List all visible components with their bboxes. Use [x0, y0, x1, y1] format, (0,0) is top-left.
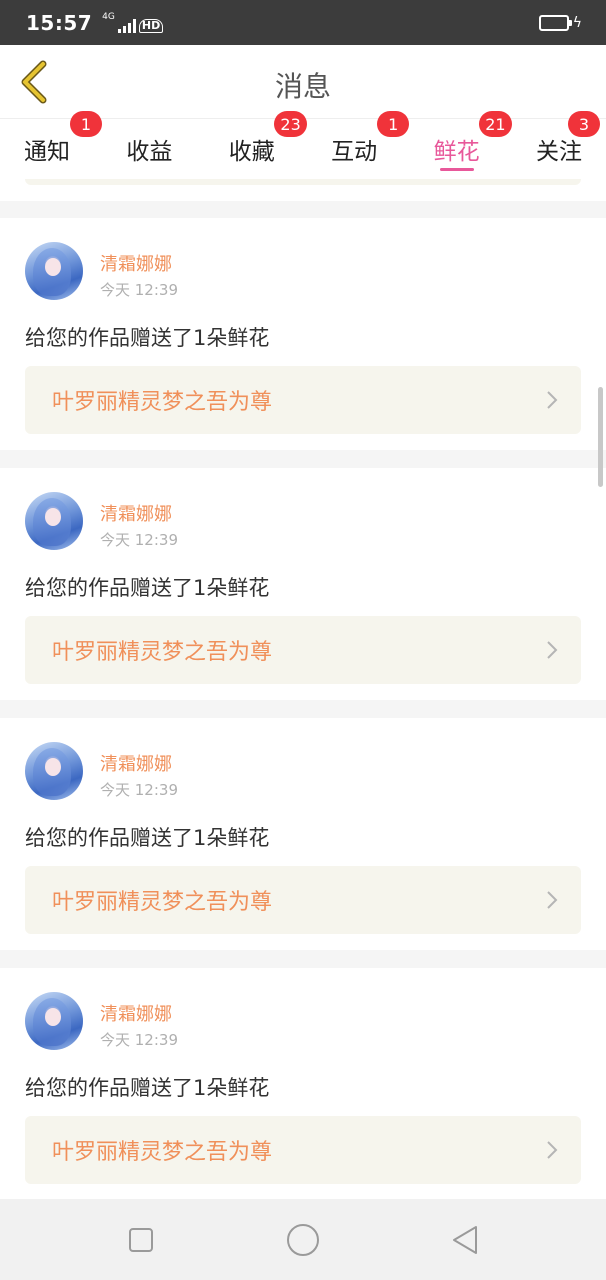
tab-flowers[interactable]: 鲜花 21 [433, 111, 512, 179]
active-tab-indicator [439, 168, 474, 171]
triangle-back-icon [453, 1225, 477, 1254]
work-title: 叶罗丽精灵梦之吾为尊 [52, 640, 273, 665]
tab-interactions[interactable]: 互动 1 [331, 111, 410, 179]
tab-label: 互动 [331, 139, 378, 165]
tab-label: 收藏 [228, 139, 275, 165]
battery-indicator: ϟ [538, 14, 582, 31]
square-icon [129, 1227, 153, 1252]
signal-bars-icon [117, 18, 136, 33]
work-title: 叶罗丽精灵梦之吾为尊 [52, 1140, 273, 1165]
tab-label: 通知 [24, 139, 70, 165]
charging-icon: ϟ [572, 14, 582, 31]
hd-voice-icon: HD [138, 18, 164, 33]
username[interactable]: 清霜娜娜 [100, 1000, 172, 1026]
tab-favorites[interactable]: 收藏 23 [228, 111, 307, 179]
status-left: 15:57 4G HD [26, 10, 164, 35]
circle-icon [287, 1223, 319, 1256]
work-title: 叶罗丽精灵梦之吾为尊 [52, 890, 273, 915]
tab-bar: 通知 1 收益 收藏 23 互动 1 鲜花 21 关注 3 [0, 111, 606, 179]
page-title: 消息 [274, 70, 331, 103]
system-nav-bar [0, 1199, 606, 1280]
message-card: 清霜娜娜 今天 12:39 给您的作品赠送了1朵鲜花 叶罗丽精灵梦之吾为尊 [0, 718, 606, 950]
tab-badge: 3 [567, 111, 600, 137]
signal-indicator: 4G HD [102, 11, 164, 33]
message-time: 今天 12:39 [100, 1031, 178, 1049]
chevron-right-icon [547, 641, 558, 659]
tab-badge: 21 [479, 111, 512, 137]
work-link[interactable]: 叶罗丽精灵梦之吾为尊 [25, 616, 581, 684]
message-card: 清霜娜娜 今天 12:39 给您的作品赠送了1朵鲜花 叶罗丽精灵梦之吾为尊 [0, 218, 606, 450]
tab-label: 鲜花 [433, 139, 480, 165]
username[interactable]: 清霜娜娜 [100, 500, 172, 526]
chevron-right-icon [547, 891, 558, 909]
avatar[interactable] [25, 242, 83, 300]
work-link[interactable]: 叶罗丽精灵梦之吾为尊 [25, 366, 581, 434]
back-nav-button[interactable] [440, 1215, 490, 1265]
header: 消息 [0, 45, 606, 119]
username[interactable]: 清霜娜娜 [100, 750, 172, 776]
status-bar: 15:57 4G HD ϟ [0, 0, 606, 45]
message-card: 清霜娜娜 今天 12:39 给您的作品赠送了1朵鲜花 叶罗丽精灵梦之吾为尊 [0, 968, 606, 1199]
tab-label: 收益 [126, 139, 173, 165]
battery-icon [538, 14, 572, 31]
chevron-right-icon [547, 1141, 558, 1159]
recent-apps-button[interactable] [116, 1215, 166, 1265]
message-card: 清霜娜娜 今天 12:39 给您的作品赠送了1朵鲜花 叶罗丽精灵梦之吾为尊 [0, 468, 606, 700]
chevron-right-icon [547, 391, 558, 409]
avatar[interactable] [25, 492, 83, 550]
tab-label: 关注 [535, 139, 582, 165]
work-link[interactable]: 叶罗丽精灵梦之吾为尊 [25, 866, 581, 934]
message-text: 给您的作品赠送了1朵鲜花 [25, 576, 270, 600]
avatar[interactable] [25, 742, 83, 800]
status-time: 15:57 [26, 10, 93, 35]
tab-badge: 1 [70, 111, 102, 137]
tab-earnings[interactable]: 收益 [126, 119, 172, 179]
message-text: 给您的作品赠送了1朵鲜花 [25, 326, 270, 350]
tab-badge: 23 [274, 111, 307, 137]
message-time: 今天 12:39 [100, 781, 178, 799]
tab-follows[interactable]: 关注 3 [535, 111, 600, 179]
tab-badge: 1 [377, 111, 410, 137]
message-text: 给您的作品赠送了1朵鲜花 [25, 826, 270, 850]
previous-work-link-tail [25, 179, 581, 185]
message-time: 今天 12:39 [100, 281, 178, 299]
username[interactable]: 清霜娜娜 [100, 250, 172, 276]
avatar[interactable] [25, 992, 83, 1050]
home-button[interactable] [278, 1215, 328, 1265]
previous-card-tail [0, 179, 606, 201]
work-link[interactable]: 叶罗丽精灵梦之吾为尊 [25, 1116, 581, 1184]
work-title: 叶罗丽精灵梦之吾为尊 [52, 390, 273, 415]
message-list[interactable]: 清霜娜娜 今天 12:39 给您的作品赠送了1朵鲜花 叶罗丽精灵梦之吾为尊 清霜… [0, 179, 606, 1199]
tab-notifications[interactable]: 通知 1 [24, 111, 102, 179]
scrollbar[interactable] [598, 387, 603, 487]
message-time: 今天 12:39 [100, 531, 178, 549]
network-type: 4G [102, 11, 115, 22]
message-text: 给您的作品赠送了1朵鲜花 [25, 1076, 270, 1100]
